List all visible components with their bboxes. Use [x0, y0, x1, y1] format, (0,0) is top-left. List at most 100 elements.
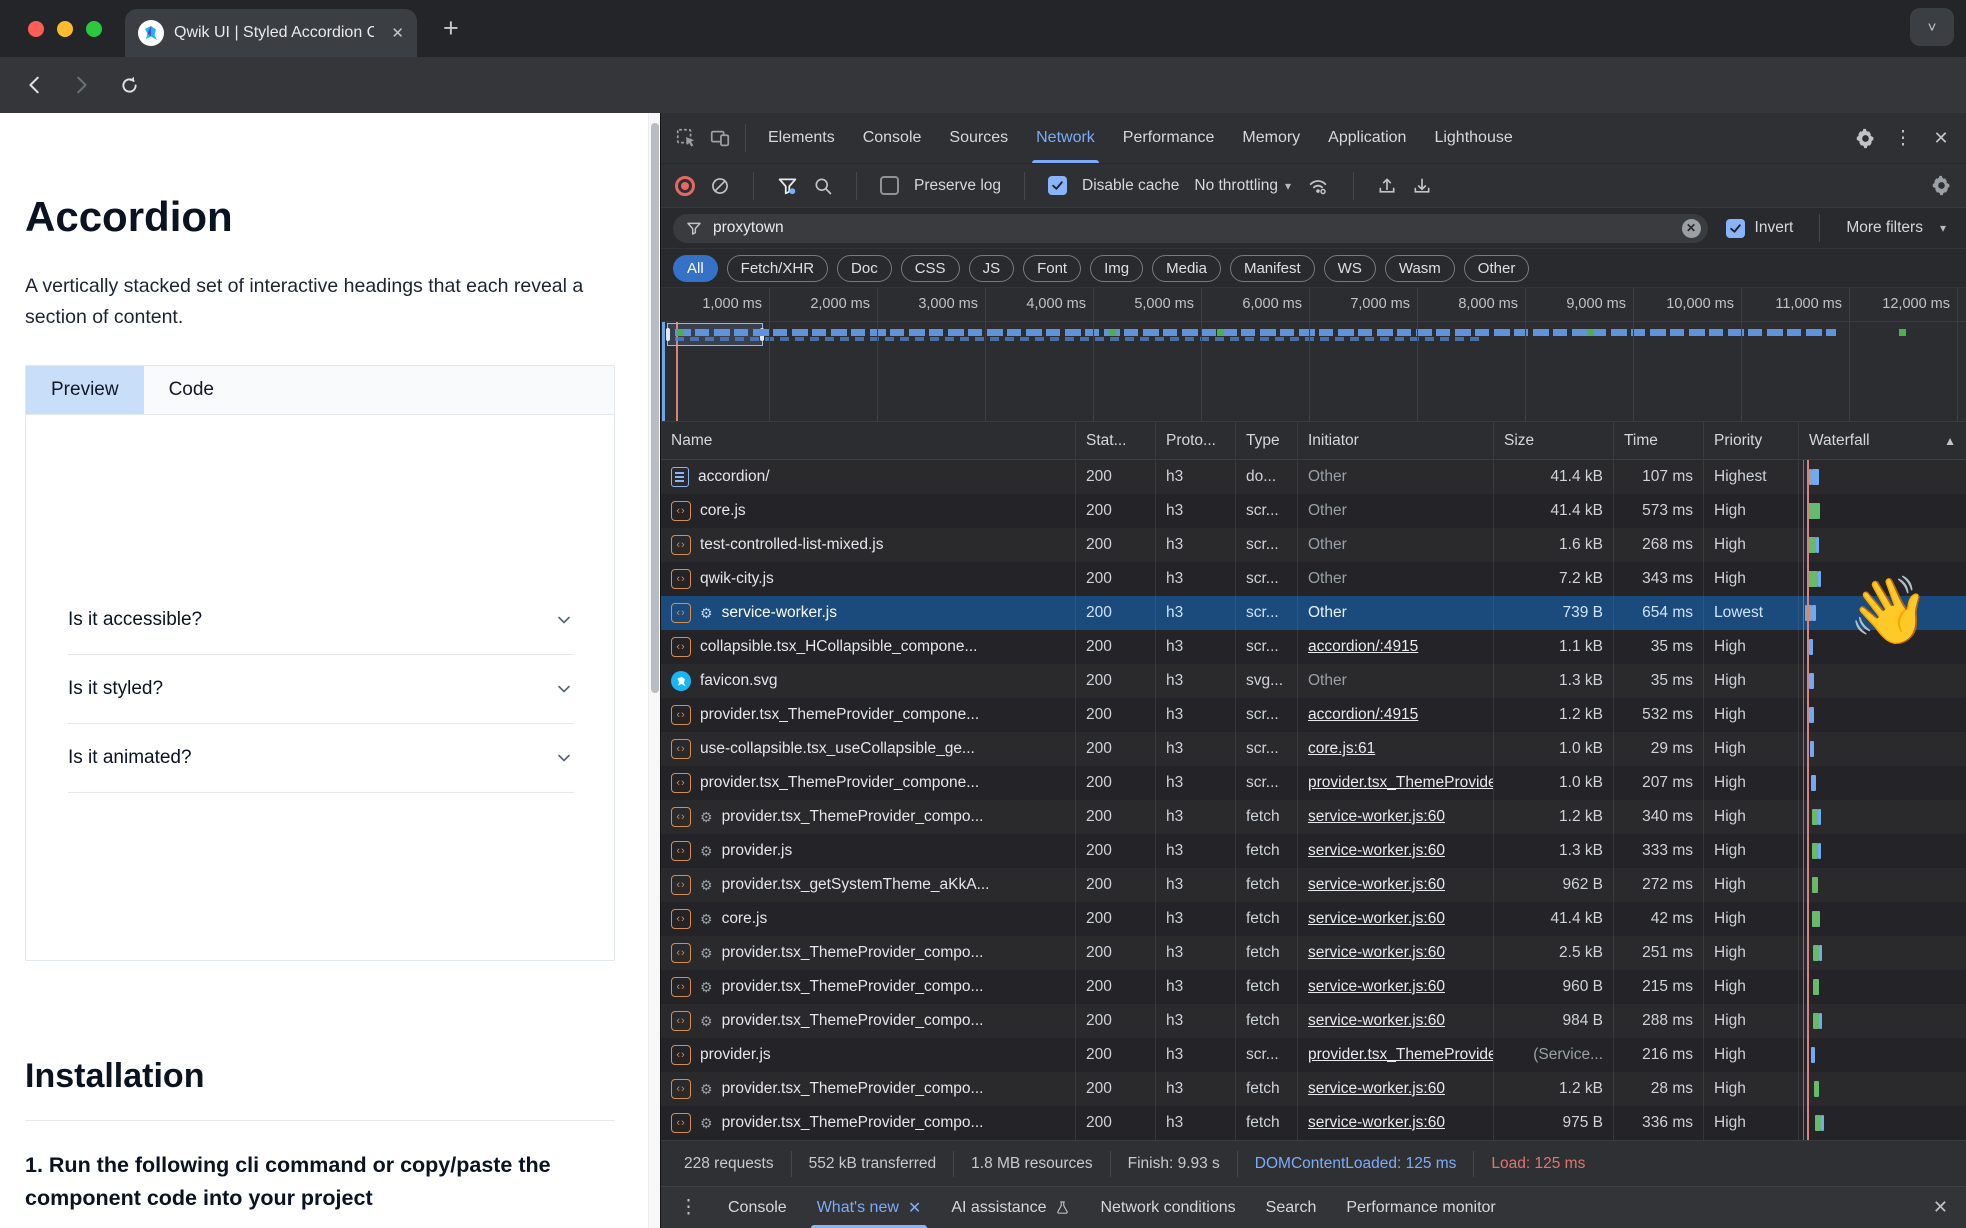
- request-row[interactable]: ‹›⚙provider.tsx_ThemeProvider_compo...20…: [661, 1106, 1966, 1140]
- network-search-icon[interactable]: [813, 176, 833, 196]
- initiator-link[interactable]: service-worker.js:60: [1308, 1114, 1445, 1132]
- initiator-link[interactable]: service-worker.js:60: [1308, 842, 1445, 860]
- column-header-stat[interactable]: Stat...: [1076, 422, 1156, 460]
- initiator-link[interactable]: provider.tsx_ThemeProvider: [1308, 1046, 1494, 1064]
- devtools-tab-application[interactable]: Application: [1314, 113, 1420, 163]
- window-zoom-button[interactable]: [86, 21, 102, 37]
- disable-cache-checkbox[interactable]: [1048, 176, 1067, 195]
- initiator-link[interactable]: service-worker.js:60: [1308, 808, 1445, 826]
- drawer-tab-console[interactable]: Console: [728, 1187, 787, 1228]
- request-row[interactable]: ‹›⚙provider.tsx_ThemeProvider_compo...20…: [661, 970, 1966, 1004]
- request-row[interactable]: accordion/200h3do...Other41.4 kB107 msHi…: [661, 460, 1966, 494]
- column-header-waterfall[interactable]: Waterfall▲: [1799, 422, 1966, 460]
- filter-chip-fetchxhr[interactable]: Fetch/XHR: [727, 255, 828, 282]
- request-row[interactable]: ‹›⚙provider.tsx_ThemeProvider_compo...20…: [661, 1004, 1966, 1038]
- drawer-tab-what-s-new[interactable]: What's new✕: [817, 1187, 922, 1228]
- initiator-link[interactable]: core.js:61: [1308, 740, 1375, 758]
- inspect-element-icon[interactable]: [669, 121, 703, 155]
- initiator-link[interactable]: service-worker.js:60: [1308, 1080, 1445, 1098]
- throttling-dropdown[interactable]: No throttling ▾: [1194, 177, 1291, 195]
- forward-button[interactable]: [68, 72, 94, 98]
- clear-button[interactable]: [710, 176, 730, 196]
- filter-chip-all[interactable]: All: [673, 255, 718, 282]
- initiator-link[interactable]: accordion/:4915: [1308, 706, 1418, 724]
- initiator-link[interactable]: provider.tsx_ThemeProvider: [1308, 774, 1494, 792]
- request-row[interactable]: ‹›test-controlled-list-mixed.js200h3scr.…: [661, 528, 1966, 562]
- request-row[interactable]: ‹›⚙provider.js200h3fetchservice-worker.j…: [661, 834, 1966, 868]
- network-settings-gear-icon[interactable]: [1931, 175, 1952, 196]
- window-minimize-button[interactable]: [57, 21, 73, 37]
- window-close-button[interactable]: [28, 21, 44, 37]
- initiator-link[interactable]: service-worker.js:60: [1308, 910, 1445, 928]
- request-row[interactable]: ‹›core.js200h3scr...Other41.4 kB573 msHi…: [661, 494, 1966, 528]
- drawer-tab-close-icon[interactable]: ✕: [908, 1198, 921, 1218]
- page-scrollbar[interactable]: [648, 113, 660, 1228]
- invert-filter[interactable]: Invert: [1726, 219, 1794, 238]
- filter-toggle-icon[interactable]: [777, 175, 798, 196]
- request-row[interactable]: ‹›⚙provider.tsx_ThemeProvider_compo...20…: [661, 800, 1966, 834]
- request-row[interactable]: ‹›⚙service-worker.js200h3scr...Other739 …: [661, 596, 1966, 630]
- drawer-menu-icon[interactable]: ⋮: [679, 1196, 698, 1219]
- filter-chip-css[interactable]: CSS: [901, 255, 960, 282]
- back-button[interactable]: [22, 72, 48, 98]
- filter-chip-img[interactable]: Img: [1090, 255, 1143, 282]
- initiator-link[interactable]: accordion/:4915: [1308, 638, 1418, 656]
- filter-chip-font[interactable]: Font: [1023, 255, 1081, 282]
- tab-search-button[interactable]: ˅: [1910, 8, 1954, 46]
- devtools-tab-elements[interactable]: Elements: [754, 113, 849, 163]
- request-row[interactable]: ‹›⚙provider.tsx_ThemeProvider_compo...20…: [661, 1072, 1966, 1106]
- column-header-time[interactable]: Time: [1614, 422, 1704, 460]
- request-row[interactable]: favicon.svg200h3svg...Other1.3 kB35 msHi…: [661, 664, 1966, 698]
- accordion-item[interactable]: Is it accessible?: [68, 586, 574, 655]
- settings-gear-icon[interactable]: [1848, 121, 1882, 155]
- devtools-tab-network[interactable]: Network: [1022, 113, 1109, 163]
- network-overview-timeline[interactable]: 1,000 ms2,000 ms3,000 ms4,000 ms5,000 ms…: [661, 287, 1966, 422]
- page-scrollbar-thumb[interactable]: [651, 123, 659, 693]
- export-har-icon[interactable]: [1412, 176, 1432, 196]
- filter-input[interactable]: proxytown ✕: [673, 214, 1708, 243]
- devtools-menu-icon[interactable]: ⋮: [1886, 121, 1920, 155]
- request-row[interactable]: ‹›⚙provider.tsx_getSystemTheme_aKkA...20…: [661, 868, 1966, 902]
- initiator-link[interactable]: service-worker.js:60: [1308, 944, 1445, 962]
- tab-close-icon[interactable]: ✕: [391, 24, 404, 42]
- clear-filter-icon[interactable]: ✕: [1682, 219, 1701, 238]
- drawer-tab-ai-assistance[interactable]: AI assistance: [951, 1187, 1070, 1228]
- request-row[interactable]: ‹›use-collapsible.tsx_useCollapsible_ge.…: [661, 732, 1966, 766]
- drawer-tab-network-conditions[interactable]: Network conditions: [1100, 1187, 1235, 1228]
- initiator-link[interactable]: service-worker.js:60: [1308, 978, 1445, 996]
- column-header-priority[interactable]: Priority: [1704, 422, 1799, 460]
- request-row[interactable]: ‹›provider.js200h3scr...provider.tsx_The…: [661, 1038, 1966, 1072]
- filter-chip-media[interactable]: Media: [1152, 255, 1221, 282]
- devtools-tab-sources[interactable]: Sources: [935, 113, 1022, 163]
- accordion-item[interactable]: Is it animated?: [68, 724, 574, 793]
- reload-button[interactable]: [116, 72, 142, 98]
- filter-chip-manifest[interactable]: Manifest: [1230, 255, 1315, 282]
- browser-tab[interactable]: Qwik UI | Styled Accordion Co ✕: [125, 9, 417, 57]
- import-har-icon[interactable]: [1377, 176, 1397, 196]
- demo-tab-preview[interactable]: Preview: [26, 366, 144, 414]
- column-header-size[interactable]: Size: [1494, 422, 1614, 460]
- drawer-tab-search[interactable]: Search: [1266, 1187, 1317, 1228]
- request-row[interactable]: ‹›⚙provider.tsx_ThemeProvider_compo...20…: [661, 936, 1966, 970]
- request-row[interactable]: ‹›qwik-city.js200h3scr...Other7.2 kB343 …: [661, 562, 1966, 596]
- column-header-initiator[interactable]: Initiator: [1298, 422, 1494, 460]
- filter-chip-doc[interactable]: Doc: [837, 255, 892, 282]
- request-row[interactable]: ‹›⚙core.js200h3fetchservice-worker.js:60…: [661, 902, 1966, 936]
- demo-tab-code[interactable]: Code: [144, 366, 239, 414]
- filter-chip-wasm[interactable]: Wasm: [1385, 255, 1455, 282]
- devtools-tab-memory[interactable]: Memory: [1228, 113, 1314, 163]
- preserve-log-checkbox[interactable]: [880, 176, 899, 195]
- devtools-tab-performance[interactable]: Performance: [1109, 113, 1229, 163]
- drawer-close-icon[interactable]: ✕: [1933, 1197, 1948, 1218]
- invert-checkbox[interactable]: [1726, 219, 1745, 238]
- new-tab-button[interactable]: +: [443, 15, 459, 42]
- devtools-close-icon[interactable]: ✕: [1924, 121, 1958, 155]
- request-row[interactable]: ‹›collapsible.tsx_HCollapsible_compone..…: [661, 630, 1966, 664]
- accordion-item[interactable]: Is it styled?: [68, 655, 574, 724]
- filter-chip-js[interactable]: JS: [969, 255, 1015, 282]
- devtools-tab-console[interactable]: Console: [849, 113, 936, 163]
- devtools-tab-lighthouse[interactable]: Lighthouse: [1420, 113, 1526, 163]
- more-filters-dropdown[interactable]: More filters ▾: [1846, 219, 1946, 237]
- request-row[interactable]: ‹›provider.tsx_ThemeProvider_compone...2…: [661, 698, 1966, 732]
- column-header-type[interactable]: Type: [1236, 422, 1298, 460]
